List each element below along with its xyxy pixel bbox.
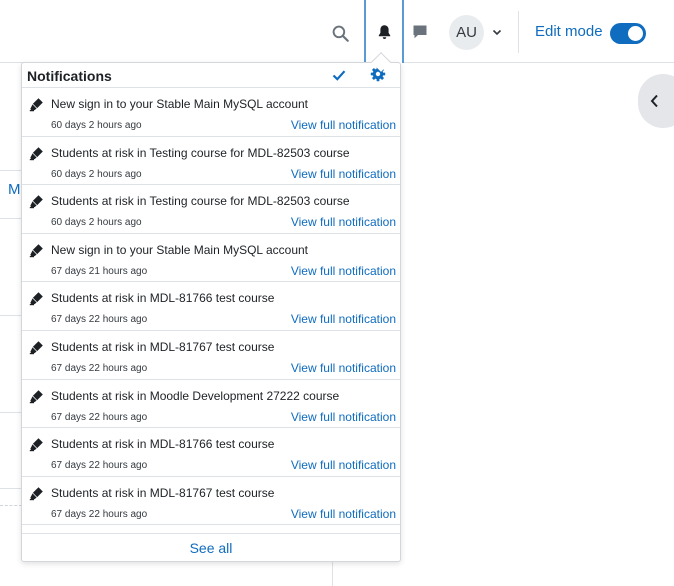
divider [0,218,22,219]
notification-subject: New sign in to your Stable Main MySQL ac… [51,242,309,257]
popover-footer: See all [22,533,400,561]
chat-bubble-icon [413,25,427,39]
popover-title: Notifications [27,68,112,84]
notification-timestamp: 67 days 22 hours ago [51,411,148,423]
notification-item[interactable]: Students at risk in MDL-81766 test cours… [22,428,400,477]
see-all-link[interactable]: See all [190,540,233,556]
notification-timestamp: 60 days 2 hours ago [51,217,142,229]
highlighter-icon [29,486,43,500]
highlighter-icon [29,389,43,403]
highlighter-icon [29,98,43,112]
user-avatar[interactable]: AU [449,15,484,50]
notifications-button[interactable] [364,0,404,63]
popover-header: Notifications [22,63,400,88]
messages-button[interactable] [406,18,434,46]
notification-subject: Students at risk in MDL-81767 test cours… [51,485,275,500]
view-full-notification-link[interactable]: View full notification [291,507,396,521]
notification-item[interactable]: New sign in to your Stable Main MySQL ac… [22,234,400,283]
notification-subject: Students at risk in MDL-81766 test cours… [51,291,275,306]
check-icon[interactable] [331,67,347,83]
view-full-notification-link[interactable]: View full notification [291,264,396,278]
highlighter-icon [29,146,43,160]
user-menu-toggle[interactable] [490,25,504,39]
notification-timestamp: 60 days 2 hours ago [51,120,142,131]
divider [0,170,22,171]
chevron-down-icon [492,29,502,35]
notification-item[interactable]: Students at risk in Testing course for M… [22,137,400,186]
notification-subject: Students at risk in Moodle Development 2… [51,388,340,403]
search-button[interactable] [327,20,353,46]
notification-item[interactable]: Students at risk in MDL-81767 test cours… [22,477,400,526]
toggle-knob [628,26,643,41]
notification-subject: Students at risk in Testing course for M… [51,145,350,160]
notification-timestamp: 67 days 22 hours ago [51,362,148,374]
bell-icon [378,24,390,39]
view-full-notification-link[interactable]: View full notification [291,215,396,229]
view-full-notification-link[interactable]: View full notification [291,118,396,132]
notification-timestamp: 67 days 22 hours ago [51,508,148,520]
view-full-notification-link[interactable]: View full notification [291,410,396,424]
notification-timestamp: 67 days 21 hours ago [51,265,148,277]
view-full-notification-link[interactable]: View full notification [291,167,396,181]
notification-timestamp: 67 days 22 hours ago [51,314,148,326]
notification-item[interactable]: Students at risk in MDL-81766 test cours… [22,282,400,331]
open-block-drawer-button[interactable] [638,74,674,128]
edit-mode-toggle[interactable] [610,23,646,44]
notifications-popover: Notifications New sign in to your Stable… [21,62,401,562]
notification-item[interactable]: Students at risk in MDL-81767 test cours… [22,331,400,380]
background-link-fragment[interactable]: M [8,181,21,198]
notification-item[interactable]: Students at risk in Testing course for M… [22,185,400,234]
highlighter-icon [29,292,43,306]
divider [0,412,22,413]
notification-item[interactable]: Students at risk in Moodle Development 2… [22,380,400,429]
notification-subject: Students at risk in MDL-81766 test cours… [51,437,275,452]
notification-timestamp: 67 days 22 hours ago [51,460,148,472]
view-full-notification-link[interactable]: View full notification [291,312,396,326]
highlighter-icon [29,341,43,355]
highlighter-icon [29,438,43,452]
divider [0,488,22,489]
view-full-notification-link[interactable]: View full notification [291,361,396,375]
notification-list[interactable]: New sign in to your Stable Main MySQL ac… [22,88,400,533]
search-icon [332,25,349,42]
notification-timestamp: 60 days 2 hours ago [51,168,142,180]
divider [0,315,22,316]
notification-subject: Students at risk in Testing course for M… [51,194,350,209]
edit-mode-label[interactable]: Edit mode [535,23,603,40]
notification-subject: Students at risk in MDL-81767 test cours… [51,339,275,354]
dashed-divider [0,505,22,506]
view-full-notification-link[interactable]: View full notification [291,458,396,472]
navbar-divider [518,11,519,53]
chevron-left-icon [650,94,658,108]
highlighter-icon [29,195,43,209]
notification-item[interactable]: New sign in to your Stable Main MySQL ac… [22,88,400,137]
notification-subject: New sign in to your Stable Main MySQL ac… [51,97,309,111]
background-page-content [0,63,22,586]
highlighter-icon [29,243,43,257]
